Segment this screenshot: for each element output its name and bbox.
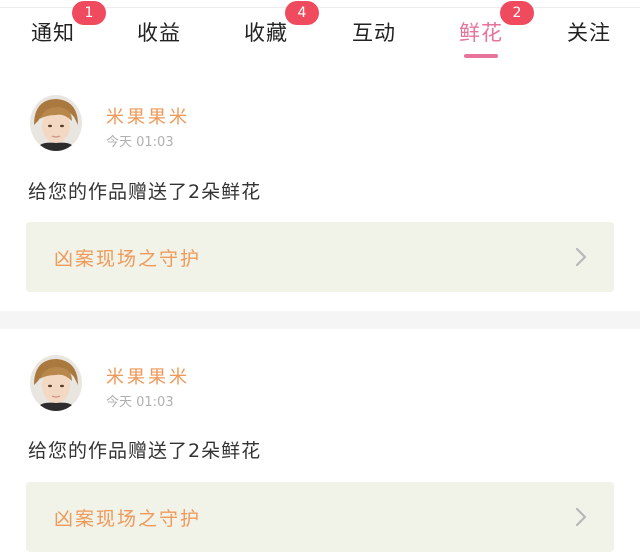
tab-following[interactable]: 关注 <box>560 20 618 60</box>
work-title: 凶案现场之守护 <box>54 508 202 530</box>
tab-label: 通知 <box>31 21 75 45</box>
user-avatar[interactable] <box>30 95 82 151</box>
tab-label: 关注 <box>567 21 611 45</box>
sender-name[interactable]: 米果果米 <box>106 103 190 129</box>
tab-label: 收益 <box>137 21 181 45</box>
tab-label: 鲜花 <box>459 21 503 45</box>
notification-message: 给您的作品赠送了2朵鲜花 <box>28 181 262 203</box>
sender-name[interactable]: 米果果米 <box>106 363 190 389</box>
tab-label: 互动 <box>352 21 396 45</box>
notification-item: 米果果米 今天 01:03 给您的作品赠送了2朵鲜花 凶案现场之守护 <box>0 80 640 312</box>
tab-favorites[interactable]: 收藏 4 <box>237 1 319 60</box>
notification-message: 给您的作品赠送了2朵鲜花 <box>28 440 262 462</box>
tab-flowers[interactable]: 鲜花 2 <box>452 1 534 60</box>
work-link-card[interactable]: 凶案现场之守护 <box>26 482 614 552</box>
chevron-right-icon <box>575 247 587 267</box>
user-avatar[interactable] <box>30 355 82 411</box>
notification-item: 米果果米 今天 01:03 给您的作品赠送了2朵鲜花 凶案现场之守护 <box>0 329 640 558</box>
tab-earnings[interactable]: 收益 <box>130 20 188 60</box>
work-link-card[interactable]: 凶案现场之守护 <box>26 222 614 292</box>
active-tab-indicator <box>464 54 498 58</box>
notification-badge: 4 <box>285 1 319 25</box>
tab-interactions[interactable]: 互动 <box>345 20 403 60</box>
notification-time: 今天 01:03 <box>106 135 174 150</box>
tab-notifications[interactable]: 通知 1 <box>24 1 106 60</box>
section-divider <box>0 311 640 329</box>
notification-badge: 1 <box>72 1 106 25</box>
chevron-right-icon <box>575 507 587 527</box>
tab-label: 收藏 <box>244 21 288 45</box>
tab-bar: 通知 1 收益 收藏 4 互动 鲜花 2 关注 <box>0 1 640 64</box>
notification-badge: 2 <box>500 1 534 25</box>
work-title: 凶案现场之守护 <box>54 248 202 270</box>
notification-time: 今天 01:03 <box>106 395 174 410</box>
